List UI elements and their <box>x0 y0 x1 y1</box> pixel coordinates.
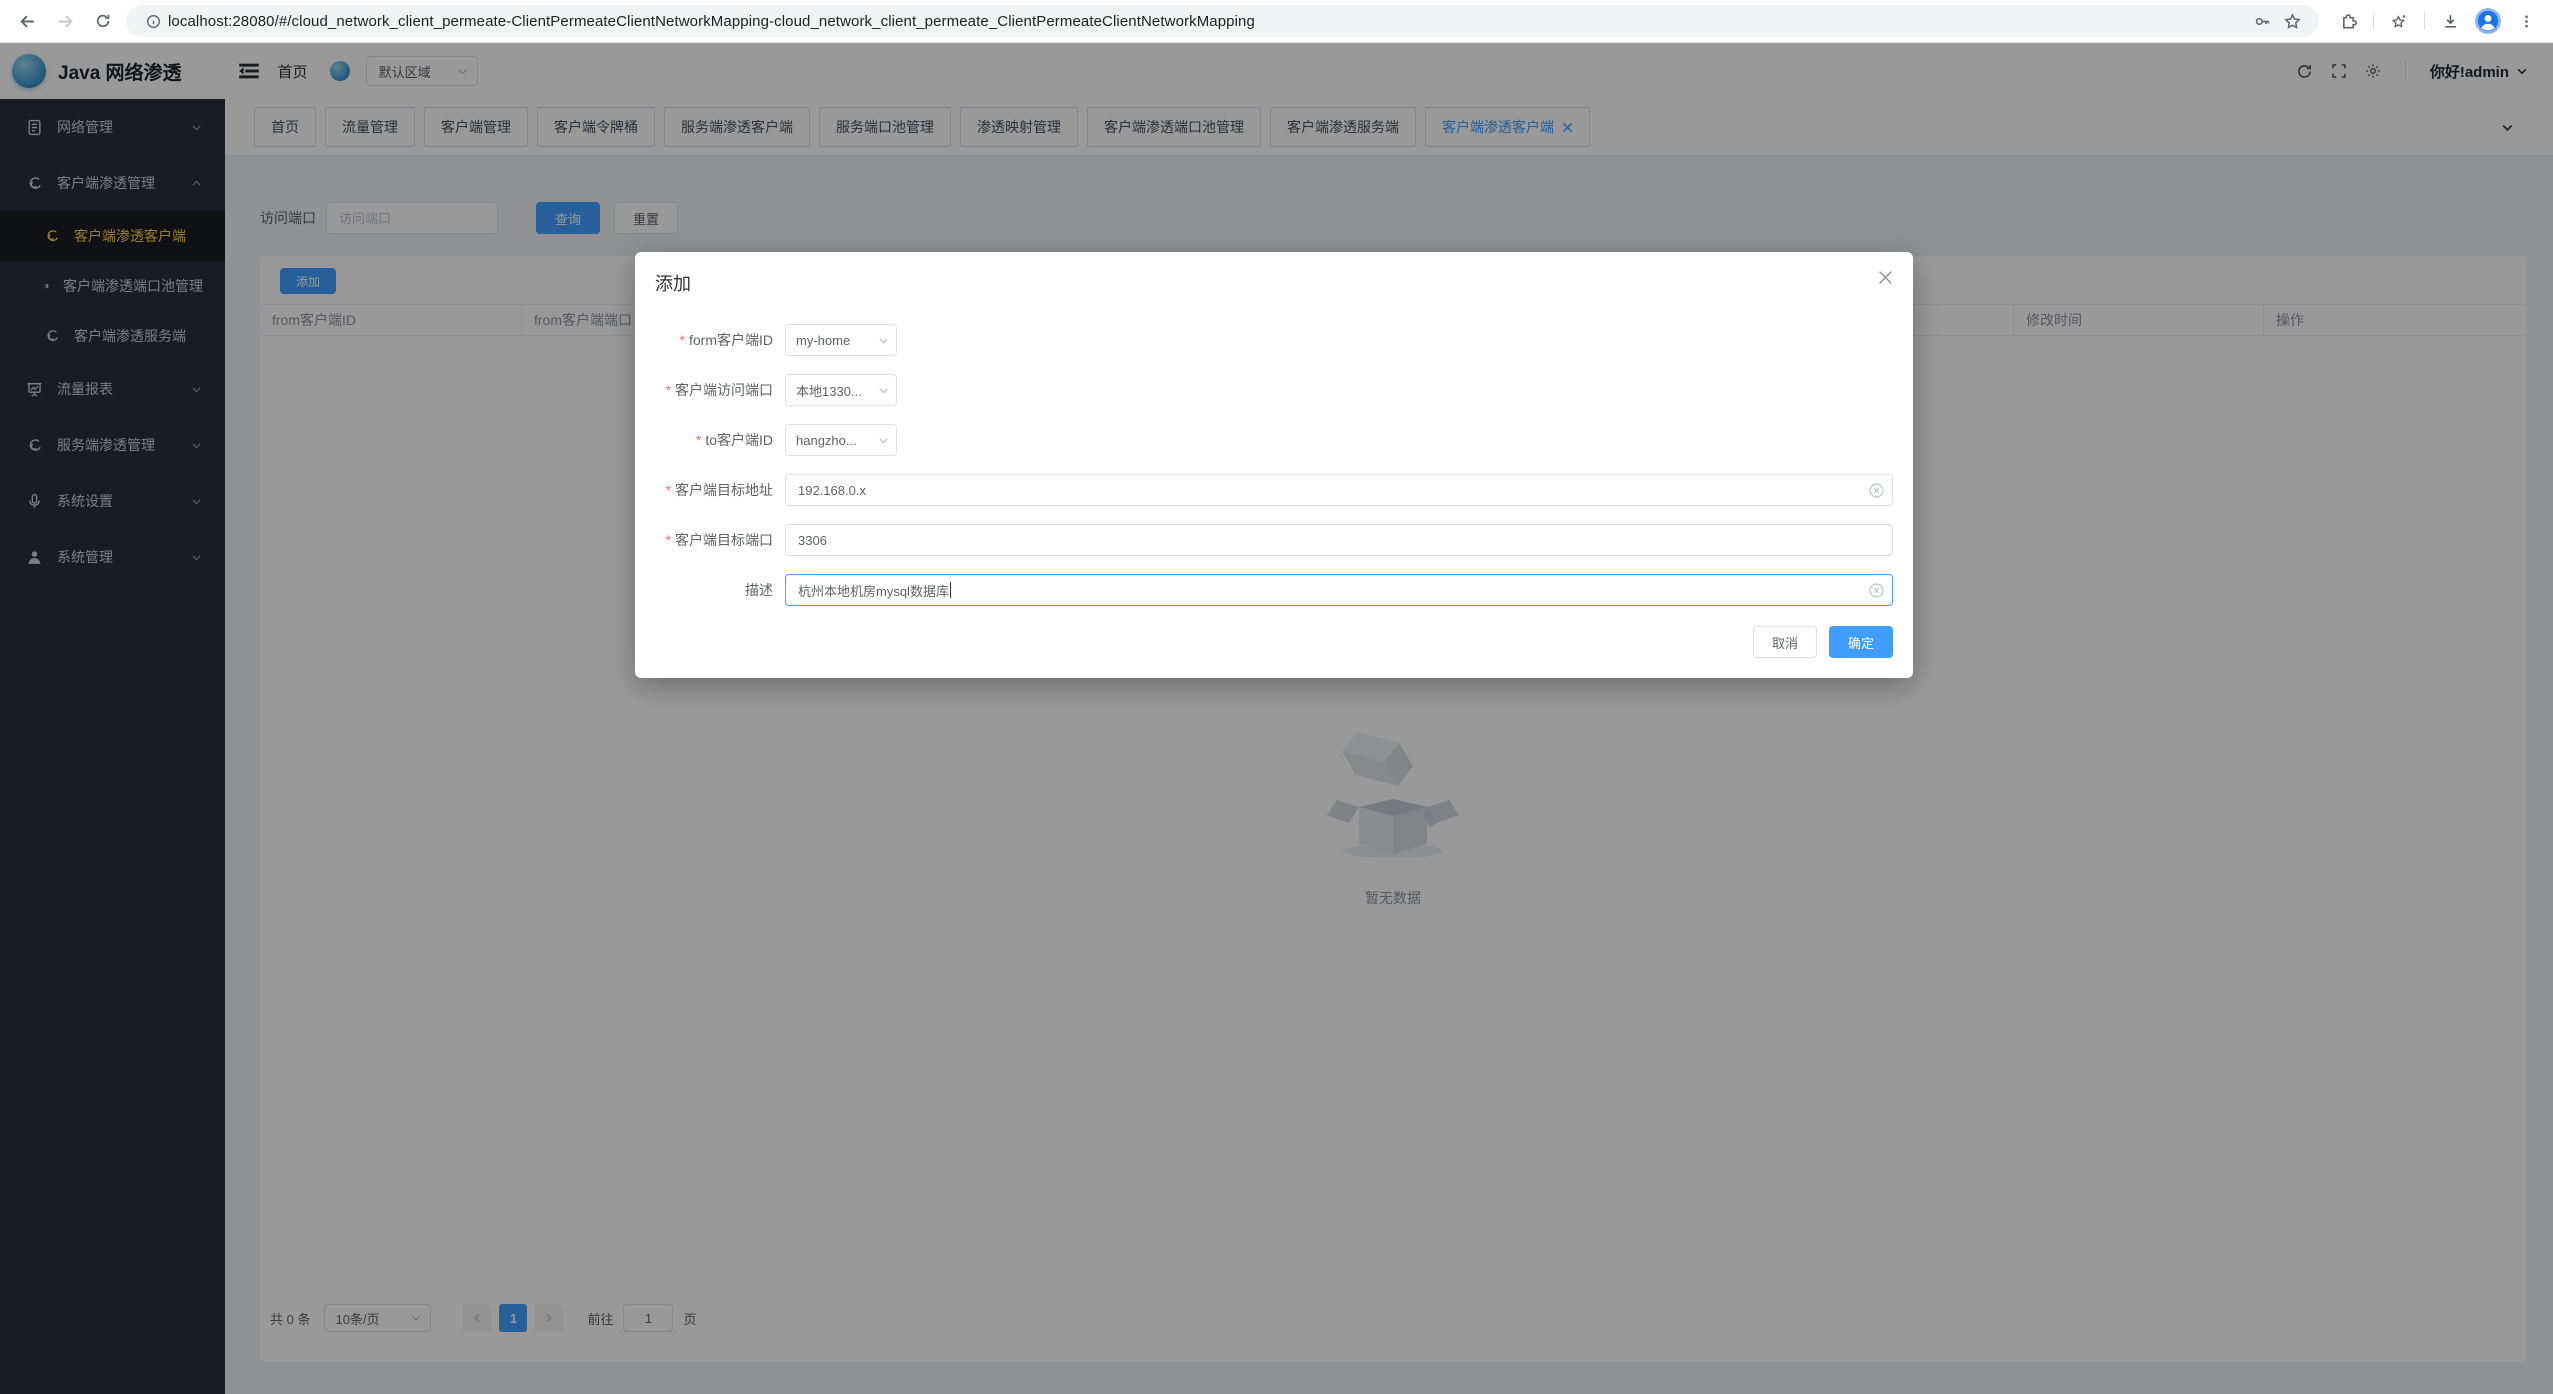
form-row-client-target-address: 客户端目标地址 192.168.0.x <box>655 474 1893 506</box>
divider <box>2424 12 2425 30</box>
extensions-icon[interactable] <box>2329 4 2367 38</box>
profile-avatar[interactable] <box>2469 4 2507 38</box>
site-info-icon[interactable] <box>138 4 168 38</box>
cancel-button[interactable]: 取消 <box>1753 626 1817 658</box>
client-target-port-input[interactable]: 3306 <box>785 524 1893 556</box>
dialog-form: form客户端ID my-home 客户端访问端口 本地1330... to客户… <box>655 324 1893 606</box>
modal-overlay <box>0 43 2553 1394</box>
browser-chrome: localhost:28080/#/cloud_network_client_p… <box>0 0 2553 43</box>
dialog-title: 添加 <box>655 272 1893 296</box>
description-input[interactable]: 杭州本地机房mysql数据库 <box>785 574 1893 606</box>
field-label: to客户端ID <box>655 430 785 450</box>
to-client-id-select[interactable]: hangzho... <box>785 424 897 456</box>
address-bar[interactable]: localhost:28080/#/cloud_network_client_p… <box>126 5 2319 37</box>
field-label: 客户端目标地址 <box>655 480 785 500</box>
field-label: 描述 <box>655 580 785 600</box>
chevron-down-icon <box>877 384 890 397</box>
browser-menu-icon[interactable] <box>2507 4 2545 38</box>
form-row-description: 描述 杭州本地机房mysql数据库 <box>655 574 1893 606</box>
client-access-port-select[interactable]: 本地1330... <box>785 374 897 406</box>
password-key-icon[interactable] <box>2247 4 2277 38</box>
clear-input-icon[interactable] <box>1869 483 1884 498</box>
bookmark-star-icon[interactable] <box>2277 4 2307 38</box>
chevron-down-icon <box>877 334 890 347</box>
sparkle-star-icon[interactable] <box>2380 4 2418 38</box>
form-row-client-target-port: 客户端目标端口 3306 <box>655 524 1893 556</box>
client-target-address-input[interactable]: 192.168.0.x <box>785 474 1893 506</box>
form-row-from-client-id: form客户端ID my-home <box>655 324 1893 356</box>
text-caret <box>950 582 952 598</box>
form-row-to-client-id: to客户端ID hangzho... <box>655 424 1893 456</box>
browser-back-icon[interactable] <box>8 4 46 38</box>
browser-forward-icon[interactable] <box>46 4 84 38</box>
field-label: form客户端ID <box>655 330 785 350</box>
dialog-close-icon[interactable] <box>1878 270 1893 285</box>
form-row-client-access-port: 客户端访问端口 本地1330... <box>655 374 1893 406</box>
url-text[interactable]: localhost:28080/#/cloud_network_client_p… <box>168 13 2247 30</box>
field-label: 客户端目标端口 <box>655 530 785 550</box>
chevron-down-icon <box>877 434 890 447</box>
divider <box>2373 12 2374 30</box>
dialog-footer: 取消 确定 <box>655 626 1893 658</box>
add-dialog: 添加 form客户端ID my-home 客户端访问端口 本地1330... t… <box>635 252 1913 678</box>
from-client-id-select[interactable]: my-home <box>785 324 897 356</box>
downloads-icon[interactable] <box>2431 4 2469 38</box>
browser-reload-icon[interactable] <box>84 4 122 38</box>
confirm-button[interactable]: 确定 <box>1829 626 1893 658</box>
clear-input-icon[interactable] <box>1869 583 1884 598</box>
field-label: 客户端访问端口 <box>655 380 785 400</box>
